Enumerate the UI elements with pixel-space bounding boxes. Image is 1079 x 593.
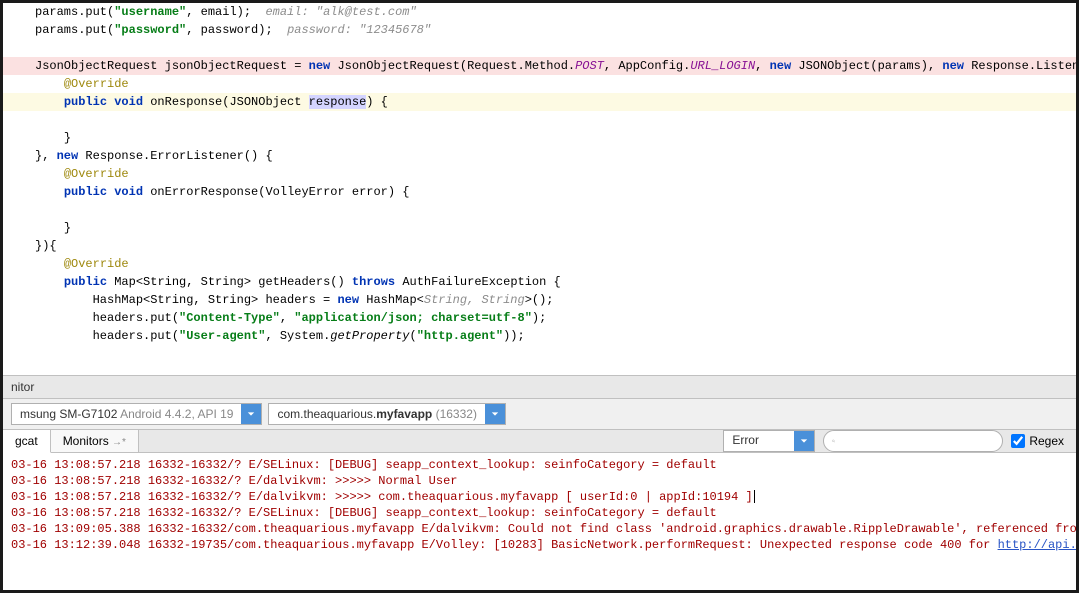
process-selector[interactable]: com.theaquarious.myfavapp (16332) [268,403,505,425]
log-line: 03-16 13:08:57.218 16332-16332/? E/dalvi… [11,473,1068,489]
device-selector[interactable]: msung SM-G7102 Android 4.4.2, API 19 [11,403,262,425]
log-search-input[interactable] [823,430,1003,452]
device-toolbar: msung SM-G7102 Android 4.4.2, API 19 com… [3,399,1076,430]
chevron-down-icon[interactable] [485,404,505,424]
regex-checkbox[interactable]: Regex [1011,434,1064,448]
tab-logcat[interactable]: gcat [3,430,51,453]
regex-label: Regex [1029,434,1064,448]
search-input-field[interactable] [839,434,994,448]
regex-checkbox-input[interactable] [1011,434,1025,448]
log-line: 03-16 13:09:05.388 16332-16332/com.theaq… [11,521,1068,537]
tab-monitors[interactable]: Monitors →* [51,430,139,452]
code-editor[interactable]: params.put("username", email); email: "a… [3,3,1076,375]
chevron-down-icon[interactable] [241,404,261,424]
logcat-tabs: gcat Monitors →* Error Regex [3,430,1076,453]
logcat-output[interactable]: 03-16 13:08:57.218 16332-16332/? E/SELin… [3,453,1076,557]
chevron-down-icon[interactable] [794,431,814,451]
log-line: 03-16 13:12:39.048 16332-19735/com.theaq… [11,537,1068,553]
log-level-selector[interactable]: Error [723,430,815,452]
search-icon [832,435,835,447]
log-line: 03-16 13:08:57.218 16332-16332/? E/SELin… [11,505,1068,521]
monitor-panel-header: nitor [3,375,1076,399]
log-link[interactable]: http://api. [998,538,1076,552]
log-line: 03-16 13:08:57.218 16332-16332/? E/dalvi… [11,489,1068,505]
pin-icon: →* [112,437,126,448]
log-line: 03-16 13:08:57.218 16332-16332/? E/SELin… [11,457,1068,473]
